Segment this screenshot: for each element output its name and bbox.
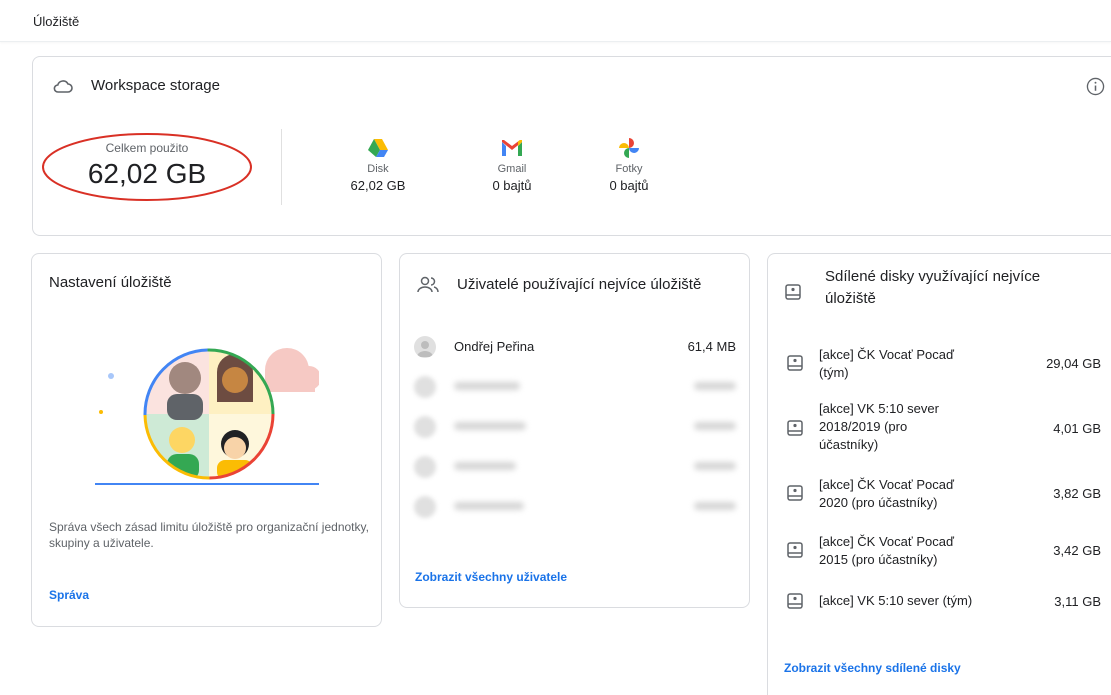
avatar xyxy=(414,496,436,518)
service-disk: Disk 62,02 GB xyxy=(333,137,423,193)
user-row-blurred xyxy=(414,414,736,438)
drive-size: 4,01 GB xyxy=(1053,421,1101,436)
service-name: Fotky xyxy=(615,163,643,175)
service-name: Disk xyxy=(367,163,389,175)
drive-name: [akce] ČK Vocať Pocaď 2015 (pro účastníky… xyxy=(819,534,954,567)
page-title: Úložiště xyxy=(33,14,80,29)
storage-title: Workspace storage xyxy=(91,77,220,94)
gmail-icon xyxy=(502,140,522,156)
drive-name: [akce] ČK Vocať Pocaď (tým) xyxy=(819,347,954,380)
service-gmail: Gmail 0 bajtů xyxy=(467,137,557,193)
divider xyxy=(281,129,282,205)
people-icon xyxy=(417,276,439,293)
avatar xyxy=(414,376,436,398)
avatar xyxy=(414,416,436,438)
drives-title: Sdílené disky využívající nejvíce úložiš… xyxy=(825,266,1040,310)
service-value: 62,02 GB xyxy=(350,178,406,193)
user-row-blurred xyxy=(414,374,736,398)
drive-size: 3,11 GB xyxy=(1054,594,1101,609)
user-row-blurred xyxy=(414,494,736,518)
users-title: Uživatelé používající nejvíce úložiště xyxy=(457,276,702,293)
drive-size: 29,04 GB xyxy=(1046,356,1101,371)
show-all-shared-drives-link[interactable]: Zobrazit všechny sdílené disky xyxy=(784,661,961,675)
user-row-blurred xyxy=(414,454,736,478)
total-used-label: Celkem použito xyxy=(105,141,189,155)
workspace-storage-card: Workspace storage Celkem použito 62,02 G… xyxy=(32,56,1111,236)
avatar xyxy=(414,456,436,478)
settings-title: Nastavení úložiště xyxy=(49,274,172,291)
storage-settings-card: Nastavení úložiště Správa všech zásad li… xyxy=(31,253,382,627)
cloud-icon xyxy=(53,80,73,93)
total-used-value: 62,02 GB xyxy=(87,158,207,189)
drive-name: [akce] VK 5:10 sever 2018/2019 (pro účastn… xyxy=(819,401,939,452)
show-all-users-link[interactable]: Zobrazit všechny uživatele xyxy=(415,570,567,584)
shared-drive-icon xyxy=(787,420,803,436)
top-users-card: Uživatelé používající nejvíce úložiště O… xyxy=(399,253,750,608)
google-photos-icon xyxy=(619,138,639,158)
shared-drive-icon xyxy=(785,284,801,300)
top-bar: Úložiště xyxy=(0,0,1111,42)
drives-title-line1: Sdílené disky využívající nejvíce xyxy=(825,268,1041,285)
shared-drive-icon xyxy=(787,485,803,501)
info-icon[interactable] xyxy=(1086,77,1105,96)
total-usage: Celkem použito 62,02 GB xyxy=(41,132,253,202)
people-illustration xyxy=(95,348,319,485)
user-name: Ondřej Peřina xyxy=(454,339,535,354)
settings-description: Správa všech zásad limitu úložiště pro o… xyxy=(49,520,369,550)
service-value: 0 bajtů xyxy=(492,178,532,193)
drive-name: [akce] ČK Vocať Pocaď 2020 (pro účastníky… xyxy=(819,477,954,510)
service-photos: Fotky 0 bajtů xyxy=(584,137,674,193)
shared-drive-icon xyxy=(787,593,803,609)
shared-drive-icon xyxy=(787,542,803,558)
user-size: 61,4 MB xyxy=(687,339,736,354)
shared-drive-icon xyxy=(787,355,803,371)
avatar xyxy=(414,336,436,358)
service-name: Gmail xyxy=(497,163,527,175)
shared-drives-card: Sdílené disky využívající nejvíce úložiš… xyxy=(767,253,1111,695)
manage-link[interactable]: Správa xyxy=(49,588,89,602)
drives-title-line2: úložiště xyxy=(825,290,876,307)
drive-size: 3,42 GB xyxy=(1053,543,1101,558)
service-value: 0 bajtů xyxy=(609,178,649,193)
drive-size: 3,82 GB xyxy=(1053,486,1101,501)
drive-name: [akce] VK 5:10 sever (tým) xyxy=(819,593,973,608)
google-drive-icon xyxy=(368,139,388,157)
user-row[interactable]: Ondřej Peřina 61,4 MB xyxy=(414,334,736,358)
